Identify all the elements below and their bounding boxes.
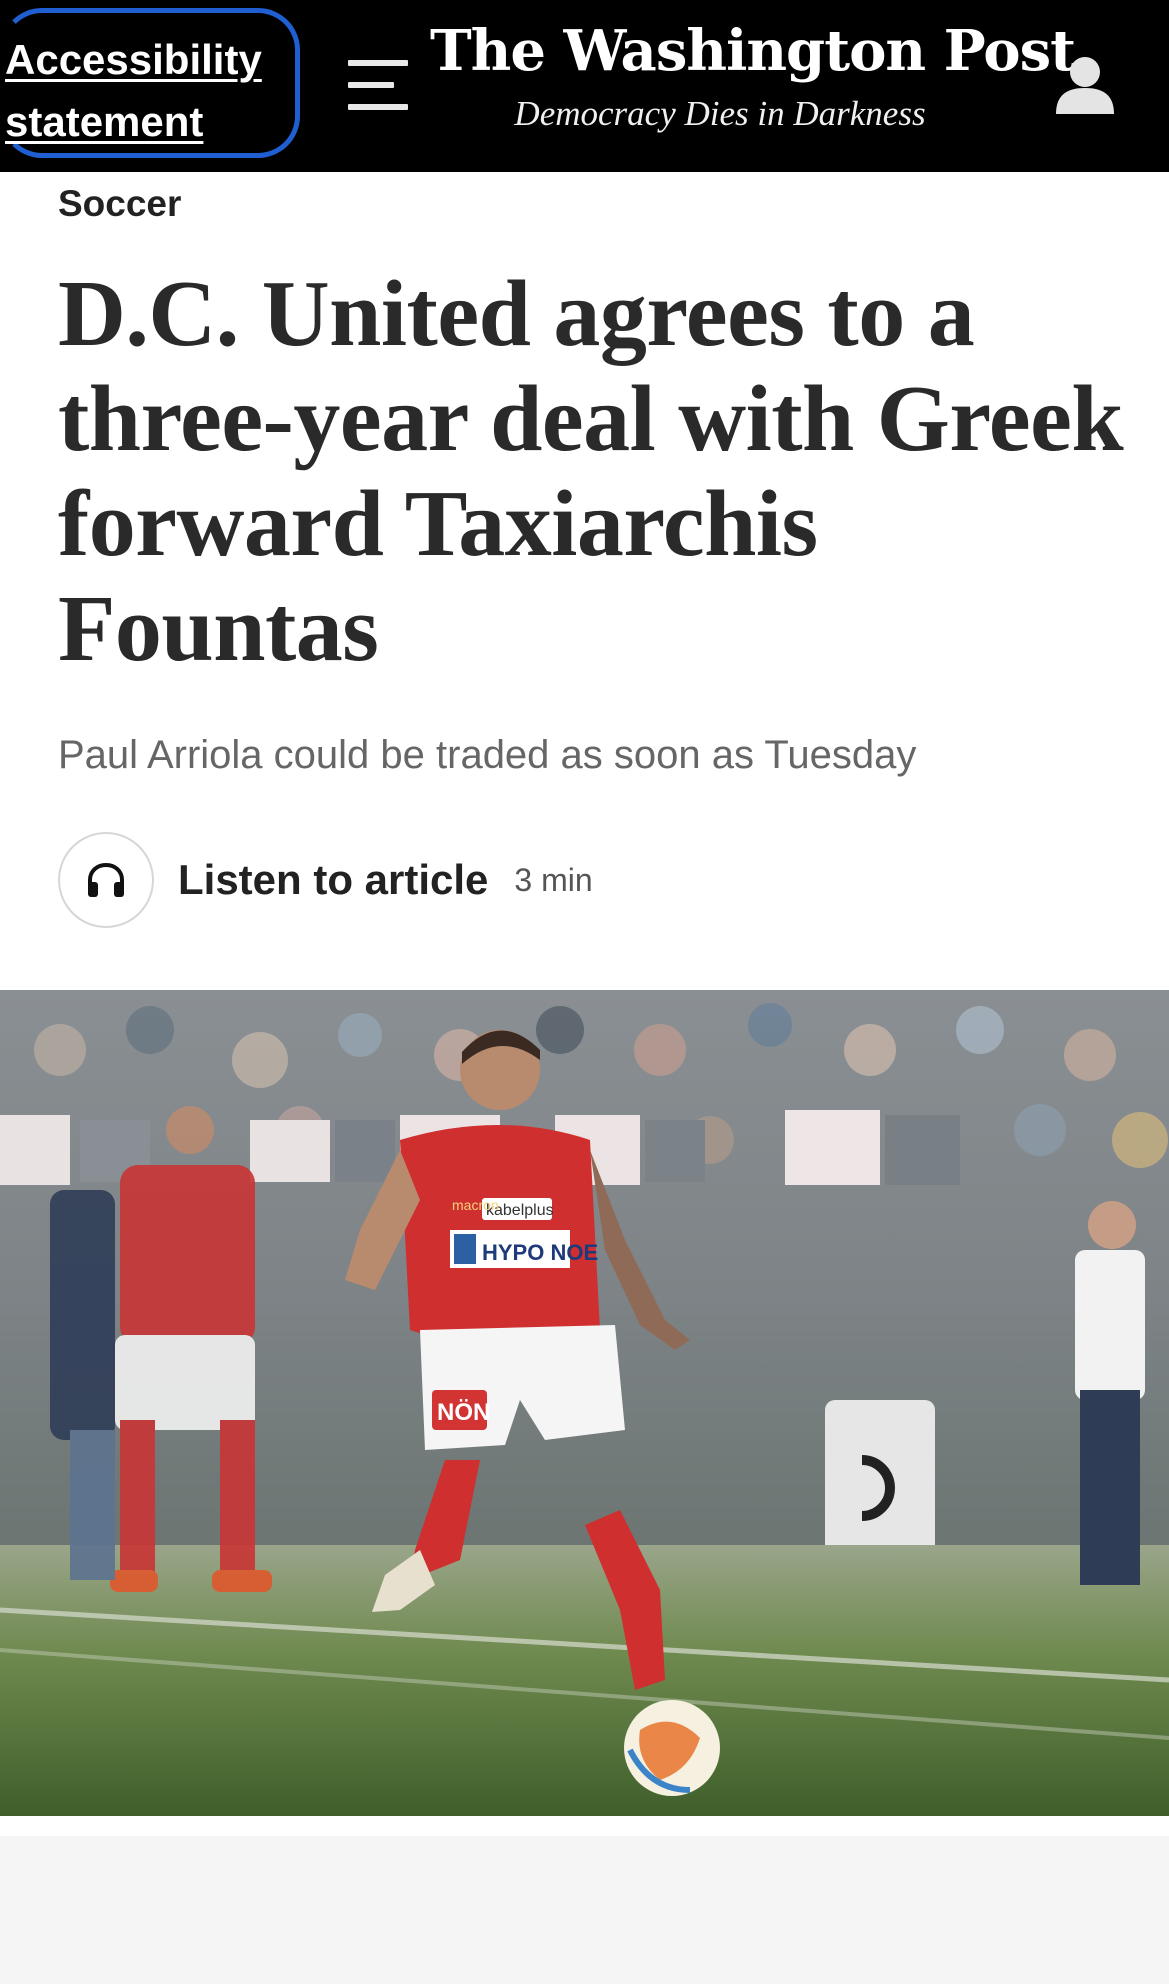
headphones-icon (58, 832, 154, 928)
accessibility-statement-link[interactable]: Accessibility statement (0, 8, 300, 158)
section-kicker[interactable]: Soccer (58, 180, 181, 228)
lead-photo: HYPO NOE kabelplus macron NÖN (0, 990, 1169, 1816)
masthead[interactable]: The Washington Post Democracy Dies in Da… (430, 10, 1076, 136)
hamburger-menu-icon[interactable] (348, 60, 408, 112)
listen-to-article-button[interactable]: Listen to article 3 min (58, 832, 593, 928)
jersey-brand-text: macron (452, 1197, 499, 1213)
listen-duration: 3 min (514, 861, 593, 898)
user-account-icon[interactable] (1054, 54, 1116, 116)
listen-label: Listen to article (178, 856, 489, 903)
below-photo-area (0, 1836, 1169, 1984)
site-header: Accessibility statement The Washington P… (0, 0, 1169, 172)
article-headline: D.C. United agrees to a three-year deal … (58, 262, 1124, 681)
site-logo[interactable]: The Washington Post (430, 10, 1076, 92)
site-tagline: Democracy Dies in Darkness (514, 94, 926, 133)
article-dek: Paul Arriola could be traded as soon as … (58, 733, 917, 777)
shorts-sponsor-text: NÖN (437, 1399, 490, 1426)
accessibility-label-line1: Accessibility (5, 36, 262, 83)
jersey-sponsor-text: HYPO NOE (482, 1240, 598, 1265)
accessibility-label-line2: statement (5, 98, 204, 145)
